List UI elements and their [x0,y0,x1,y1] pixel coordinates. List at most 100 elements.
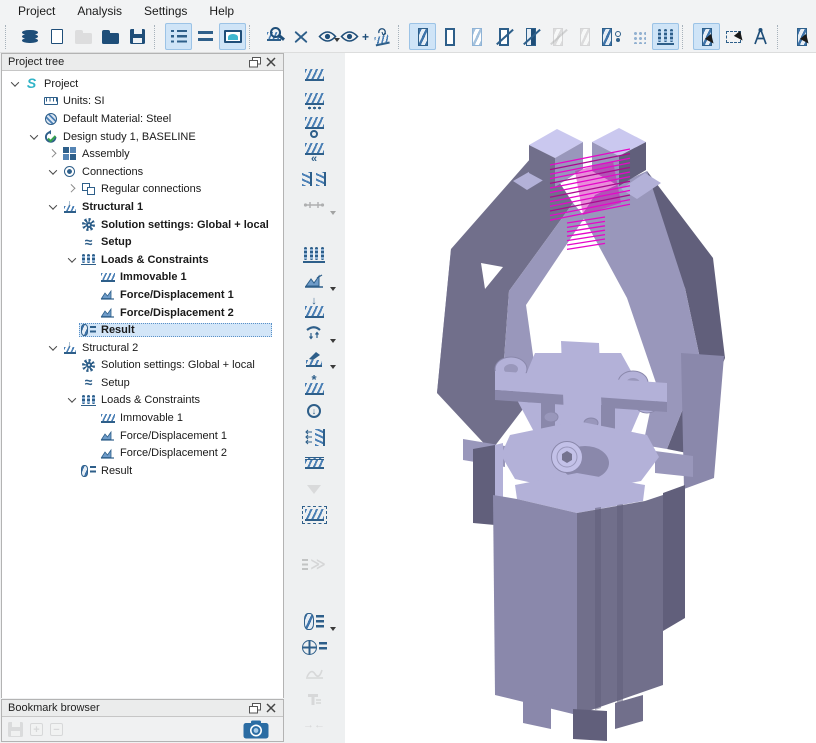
tree-item-assembly[interactable]: Assembly [2,145,283,163]
bookmark-view-button[interactable] [219,23,246,50]
mask-other-parts-button[interactable] [598,23,625,50]
new-project-button[interactable] [43,23,70,50]
gravity-load-button[interactable]: ↓ [293,294,335,320]
add-bookmark-button[interactable]: + [30,723,43,736]
expander-down-icon[interactable] [46,200,60,214]
distributed-mass-button[interactable] [293,502,335,528]
project-tree-view-button[interactable] [165,23,192,50]
menu-settings[interactable]: Settings [134,2,197,20]
reaction-forces-button[interactable]: →← [293,712,335,738]
tree-item-solution-settings-global-local[interactable]: Solution settings: Global + local [2,216,283,234]
apply-edit-button[interactable] [788,23,815,50]
tree-item-loads-constraints[interactable]: Loads & Constraints [2,392,283,410]
gripper-model[interactable] [345,53,816,743]
annotations-view-button[interactable] [192,23,219,50]
tree-item-result[interactable]: Result [2,462,283,480]
pressure-load-button[interactable] [293,424,335,450]
remote-load-button[interactable] [293,346,335,372]
result-icon [80,465,97,477]
save-bookmark-button[interactable] [8,722,23,737]
inertia-relief-button[interactable] [293,476,335,502]
expander-right-icon[interactable] [46,147,60,161]
expander-down-icon[interactable] [65,253,79,267]
show-part-button[interactable] [409,23,436,50]
tree-item-force-displacement-1[interactable]: Force/Displacement 1 [2,286,283,304]
close-panel-icon[interactable] [263,701,279,715]
menu-project[interactable]: Project [8,2,65,20]
section-view-button[interactable] [368,23,395,50]
immovable-support-button[interactable] [293,62,335,88]
spot-immovable-button[interactable] [293,88,335,114]
tree-item-structural-2[interactable]: ↓Structural 2 [2,339,283,357]
tree-item-force-displacement-2[interactable]: Force/Displacement 2 [2,444,283,462]
xy-plot-button[interactable] [293,660,335,686]
hide-outline-button[interactable] [490,23,517,50]
expander-down-icon[interactable] [27,130,41,144]
connector-button[interactable] [293,192,335,218]
expander-down-icon[interactable] [65,393,79,407]
open-folder-button[interactable] [97,23,124,50]
menu-help[interactable]: Help [199,2,244,20]
tree-item-units-si[interactable]: Units: SI [2,93,283,111]
expander-down-icon[interactable] [8,77,22,91]
pin-support-button[interactable] [293,114,335,140]
gripper-base[interactable] [473,443,685,741]
force-displacement-button[interactable] [293,268,335,294]
tree-item-setup[interactable]: ≈Setup [2,233,283,251]
float-panel-icon[interactable] [247,701,263,715]
float-panel-icon[interactable] [247,55,263,69]
spring-support-button[interactable] [293,242,335,268]
simsolid-app-window: { "colors": { "icon_blue": "#2e5f8a", "h… [0,0,816,743]
show-translucent-button[interactable] [463,23,490,50]
close-panel-icon[interactable] [263,55,279,69]
open-project-database-button[interactable] [16,23,43,50]
open-recent-button[interactable] [70,23,97,50]
results-plot-button[interactable] [293,608,335,634]
hide-parts-button[interactable] [314,23,341,50]
hide-part-button[interactable] [517,23,544,50]
torque-load-button[interactable]: ↓ [293,398,335,424]
tree-item-immovable-1[interactable]: Immovable 1 [2,409,283,427]
tree-item-force-displacement-2[interactable]: Force/Displacement 2 [2,304,283,322]
expander-right-icon[interactable] [65,182,79,196]
tree-item-loads-constraints[interactable]: Loads & Constraints [2,251,283,269]
bolt-forces-button[interactable] [293,686,335,712]
save-project-button[interactable] [124,23,151,50]
pick-part-button[interactable] [693,23,720,50]
menu-analysis[interactable]: Analysis [67,2,132,20]
dropdown-arrow-icon[interactable] [330,202,336,220]
tree-item-default-material-steel[interactable]: Default Material: Steel [2,110,283,128]
3d-viewport[interactable] [345,53,816,743]
tree-item-project[interactable]: SProject [2,75,283,93]
expander-down-icon[interactable] [46,341,60,355]
show-loads-button[interactable] [652,23,679,50]
bearing-load-button[interactable] [293,320,335,346]
mask-parts-button[interactable] [544,23,571,50]
zoom-to-part-button[interactable] [260,23,287,50]
tree-item-solution-settings-global-local[interactable]: Solution settings: Global + local [2,357,283,375]
unhide-parts-button[interactable]: + [341,23,368,50]
tree-item-force-displacement-1[interactable]: Force/Displacement 1 [2,427,283,445]
symmetry-antisymmetry-button[interactable] [293,166,335,192]
unmask-parts-button[interactable] [571,23,598,50]
slider-support-button[interactable]: « [293,140,335,166]
show-points-button[interactable] [625,23,652,50]
expander-down-icon[interactable] [46,165,60,179]
capture-screenshot-button[interactable] [243,720,269,739]
tree-item-immovable-1[interactable]: Immovable 1 [2,269,283,287]
global-review-button[interactable] [293,634,335,660]
hydrostatic-load-button[interactable] [293,450,335,476]
thermal-load-button[interactable]: * [293,372,335,398]
remove-bookmark-button[interactable]: − [50,723,63,736]
show-outline-button[interactable] [436,23,463,50]
measure-compass-button[interactable] [747,23,774,50]
measure-points-button[interactable] [287,23,314,50]
tree-item-regular-connections[interactable]: Regular connections [2,181,283,199]
tree-item-structural-1[interactable]: ↓Structural 1 [2,198,283,216]
tree-item-design-study-1-baseline[interactable]: Design study 1, BASELINE [2,128,283,146]
tree-item-result[interactable]: Result [2,321,283,339]
tree-item-connections[interactable]: Connections [2,163,283,181]
import-loads-button[interactable]: ≫ [293,552,335,578]
pick-rectangle-button[interactable] [720,23,747,50]
tree-item-setup[interactable]: ≈Setup [2,374,283,392]
